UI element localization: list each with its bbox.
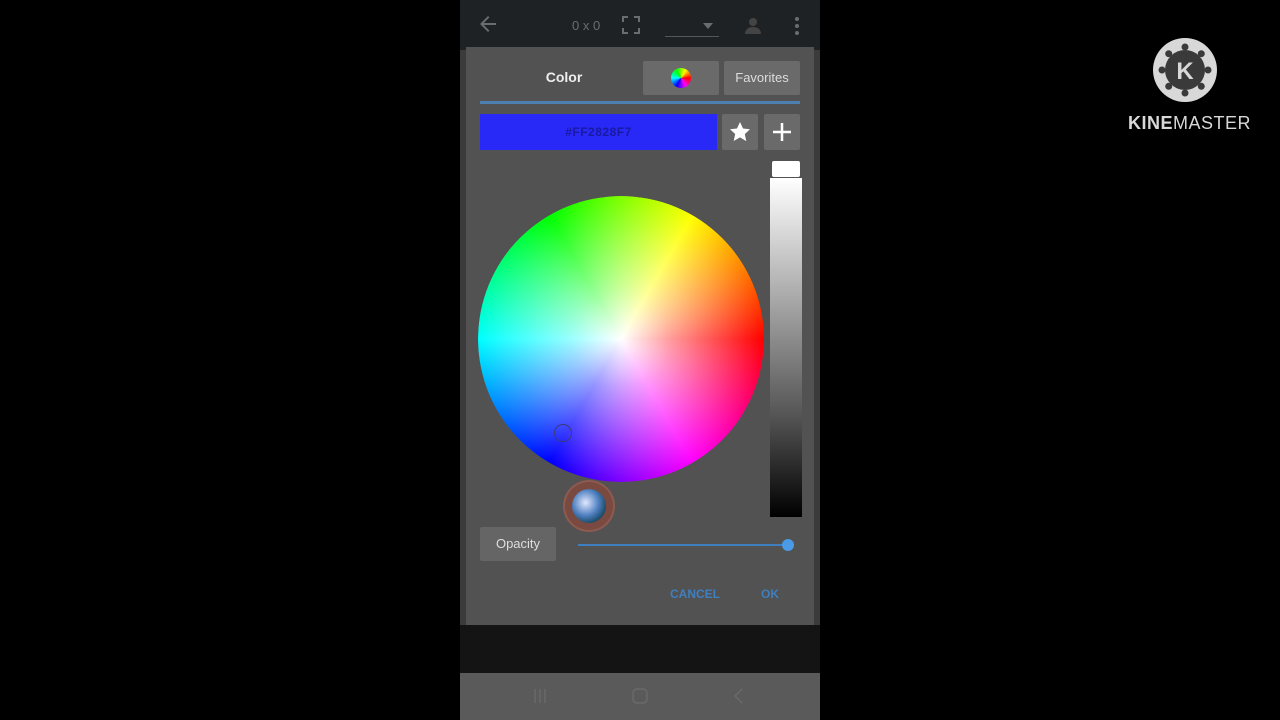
kinemaster-logo-icon: K bbox=[1158, 43, 1212, 97]
color-wheel-icon bbox=[671, 68, 691, 88]
eyedropper-button[interactable] bbox=[565, 482, 613, 530]
system-navbar bbox=[460, 673, 820, 720]
tab-favorites[interactable]: Favorites bbox=[724, 61, 800, 95]
eyedropper-icon bbox=[572, 489, 606, 523]
saturation-overlay bbox=[478, 196, 764, 482]
hex-color-field[interactable]: #FF2828F7 bbox=[480, 114, 717, 150]
add-color-button[interactable] bbox=[764, 114, 800, 150]
timeline-area bbox=[460, 625, 820, 673]
plus-icon bbox=[773, 123, 791, 141]
cancel-button[interactable]: CANCEL bbox=[670, 587, 720, 601]
fullscreen-icon[interactable] bbox=[622, 16, 640, 34]
wordmark-kine: KINE bbox=[1128, 113, 1174, 133]
color-wheel[interactable] bbox=[478, 196, 764, 482]
person-icon[interactable] bbox=[744, 16, 762, 34]
color-picker-dialog: Color Favorites #FF2828F7 Opacity CANCEL… bbox=[466, 47, 814, 625]
color-wheel-selector[interactable] bbox=[554, 424, 572, 442]
tab-color[interactable]: Color bbox=[514, 69, 614, 85]
tab-color-wheel[interactable] bbox=[643, 61, 719, 95]
home-icon[interactable] bbox=[631, 687, 649, 705]
kinemaster-wordmark: KINEMASTER bbox=[1128, 113, 1251, 134]
dropdown-arrow-icon bbox=[703, 23, 713, 29]
favorite-button[interactable] bbox=[722, 114, 758, 150]
wordmark-master: MASTER bbox=[1173, 113, 1252, 133]
recent-apps-icon[interactable] bbox=[532, 687, 550, 705]
more-vert-icon[interactable] bbox=[794, 16, 800, 36]
back-icon[interactable] bbox=[730, 687, 748, 705]
star-icon bbox=[730, 122, 750, 142]
opacity-button[interactable]: Opacity bbox=[480, 527, 556, 561]
kinemaster-logo: K bbox=[1153, 38, 1217, 102]
app-toolbar: 0 x 0 bbox=[460, 0, 820, 50]
back-arrow-icon[interactable] bbox=[476, 12, 500, 36]
phone-screen: 0 x 0 Color Favorites #FF2828F7 Opacity … bbox=[460, 0, 820, 720]
brightness-slider[interactable] bbox=[770, 178, 802, 517]
toolbar-dropdown[interactable] bbox=[665, 16, 719, 37]
canvas-size-label: 0 x 0 bbox=[572, 18, 601, 33]
opacity-slider-thumb[interactable] bbox=[782, 539, 794, 551]
tab-indicator bbox=[480, 101, 800, 104]
opacity-slider-track[interactable] bbox=[578, 544, 792, 546]
brightness-slider-handle[interactable] bbox=[772, 161, 800, 177]
ok-button[interactable]: OK bbox=[761, 587, 779, 601]
svg-text:K: K bbox=[1176, 58, 1194, 85]
